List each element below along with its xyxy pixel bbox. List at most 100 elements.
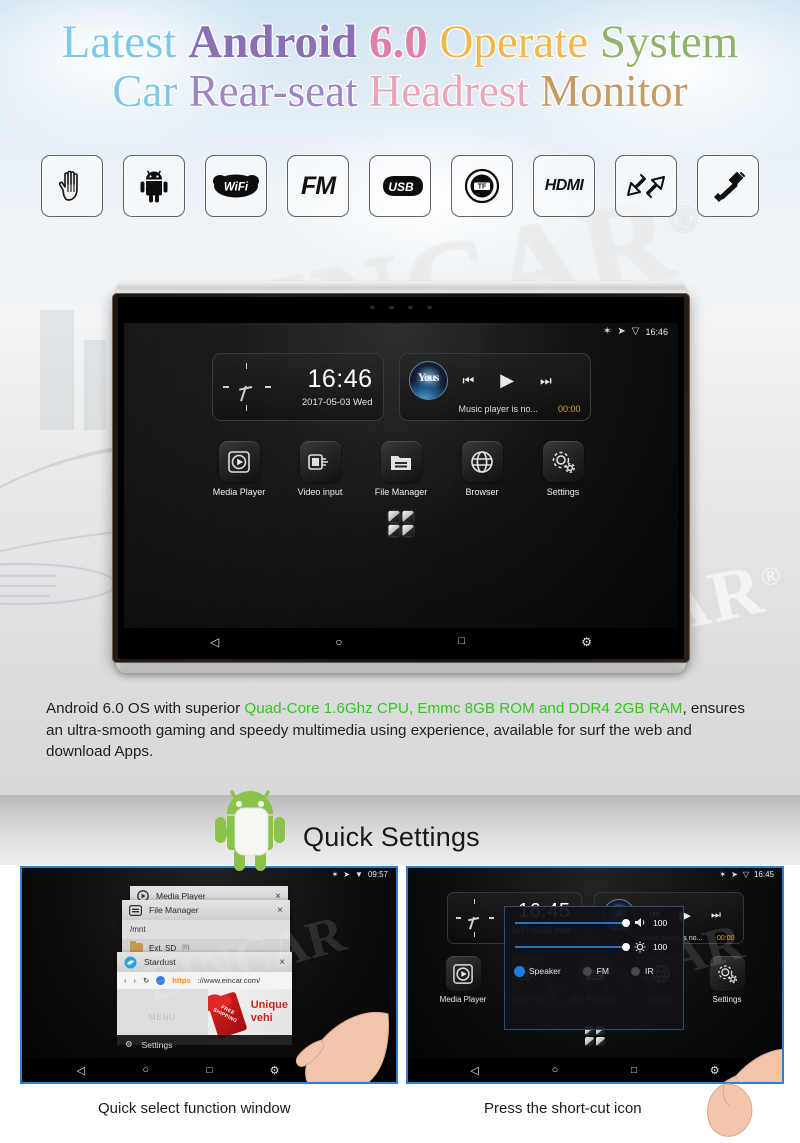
touch-hand-icon [58, 170, 78, 201]
radio-dot [582, 966, 592, 976]
title-word: Headrest [368, 65, 541, 116]
app-shortcut-settings[interactable]: Settings [703, 956, 751, 1004]
volume-slider[interactable] [515, 918, 630, 927]
back-button[interactable]: ◁ [470, 1064, 478, 1077]
title-word: Android [188, 16, 369, 68]
window-title: File Manager [149, 905, 199, 915]
brightness-icon [634, 941, 646, 953]
settings-label: Settings [141, 1039, 173, 1050]
analog-clock-icon [219, 359, 275, 415]
recents-button[interactable]: □ [459, 636, 466, 647]
two-arrows-icon [627, 174, 665, 198]
volume-value: 100 [653, 917, 668, 928]
next-track-button[interactable]: ⏭ [711, 909, 721, 921]
previous-track-button[interactable]: ⏮ [463, 374, 475, 387]
volume-icon [635, 918, 645, 927]
android-home-screen: ✶ ➤ ▽ 16:46 16:46 2017-05-03 Wed Yous ⏮ … [124, 323, 678, 655]
app-shortcut-row: Media Player Video input File Manager Br… [124, 441, 678, 497]
app-shortcut-file-manager[interactable]: File Manager [373, 441, 429, 497]
bluetooth-icon: ✶ [331, 870, 339, 879]
speaker-radio[interactable]: Speaker [515, 966, 561, 976]
status-bar-time: 16:45 [753, 870, 774, 879]
play-button[interactable]: ▶ [500, 371, 514, 389]
elapsed-time: 00:00 [716, 935, 735, 942]
reload-icon[interactable]: ↻ [143, 976, 149, 985]
av-cable-icon [714, 171, 745, 202]
brightness-slider-row[interactable]: 100 [515, 941, 673, 953]
title-word: 6.0 [368, 16, 440, 68]
close-icon[interactable]: × [279, 957, 285, 968]
app-shortcut-settings[interactable]: Settings [535, 441, 591, 497]
settings-list-item[interactable]: ⚙ Settings [117, 1035, 292, 1054]
home-button[interactable]: ○ [335, 636, 342, 648]
analog-clock-icon [453, 896, 497, 940]
browser-url-bar[interactable]: ‹ › ↻ https://www.eincar.com/ [117, 972, 292, 989]
clock-widget[interactable]: 16:46 2017-05-03 Wed [211, 353, 384, 421]
secure-lock-icon [156, 976, 166, 985]
caption-quick-select: Quick select function window [98, 1100, 291, 1117]
home-button[interactable]: ○ [552, 1064, 559, 1076]
volume-slider-row[interactable]: 100 [515, 917, 673, 928]
app-label: Browser [465, 487, 499, 497]
screenshot-row: ✶ ➤ ▼ 09:57 EINCAR Media Player × File M… [0, 866, 800, 1086]
file-manager-icon [380, 441, 422, 482]
now-playing-title: Music player is no... [458, 403, 539, 414]
screenshot-right-display: ✶ ➤ ▽ 16:45 EINCAR 16: [408, 868, 782, 1082]
video-input-icon [299, 441, 341, 482]
svg-text:WiFi: WiFi [224, 182, 249, 194]
screenshot-quick-select: ✶ ➤ ▼ 09:57 EINCAR Media Player × File M… [20, 866, 398, 1084]
app-label: Media Player [212, 487, 266, 497]
quick-settings-button[interactable]: ⚙ [710, 1064, 720, 1077]
title-line-1: Latest Android 6.0 Operate System [0, 16, 800, 68]
audio-output-radio-group: Speaker FM IR [515, 966, 673, 976]
brightness-value: 100 [653, 942, 668, 952]
navigation-bar: ◁ ○ □ ⚙ [408, 1058, 782, 1082]
recents-button[interactable]: □ [631, 1065, 637, 1076]
media-player-icon [218, 441, 260, 482]
screenshot-left-display: ✶ ➤ ▼ 09:57 EINCAR Media Player × File M… [22, 868, 396, 1082]
status-bar: ✶ ➤ ▽ 16:46 [124, 323, 678, 341]
app-shortcut-browser[interactable]: Browser [454, 441, 510, 497]
home-button[interactable]: ○ [142, 1064, 149, 1076]
collapse-button[interactable]: ▾ [337, 1065, 342, 1076]
android-robot-icon-box [123, 155, 185, 217]
browser-icon [461, 441, 503, 482]
app-label: Settings [712, 995, 742, 1004]
page-title: Latest Android 6.0 Operate System Car Re… [0, 16, 800, 116]
fm-icon: FM [300, 171, 336, 200]
cast-icon: ➤ [343, 870, 351, 879]
status-bar-time: 09:57 [367, 870, 388, 879]
quick-settings-button[interactable]: ⚙ [270, 1064, 280, 1077]
recents-button[interactable]: □ [206, 1065, 212, 1076]
next-track-button[interactable]: ⏭ [540, 374, 552, 387]
close-icon[interactable]: × [277, 905, 283, 916]
description-highlight: Quad-Core 1.6Ghz CPU, Emmc 8GB ROM and D… [244, 700, 683, 717]
brightness-slider[interactable] [515, 943, 630, 951]
app-label: Media Player [439, 995, 487, 1004]
svg-text:USB: USB [388, 180, 414, 194]
app-shortcut-video-input[interactable]: Video input [292, 441, 348, 497]
music-player-widget[interactable]: Yous ⏮ ▶ ⏭ Music player is no... 00:00 [398, 353, 591, 421]
quick-settings-button[interactable]: ⚙ [581, 636, 592, 648]
quick-settings-heading: Quick Settings [303, 822, 480, 852]
settings-gear-icon [542, 441, 584, 482]
window-title: Stardust [144, 957, 176, 967]
app-shortcut-media-player[interactable]: Media Player [439, 956, 487, 1004]
app-label: Video input [297, 487, 343, 497]
album-art-label: Yous [417, 369, 440, 384]
ir-radio[interactable]: IR [630, 966, 653, 976]
forward-icon[interactable]: › [134, 976, 137, 985]
app-shortcut-media-player[interactable]: Media Player [211, 441, 267, 497]
all-apps-button[interactable] [388, 511, 414, 536]
back-button[interactable]: ◁ [210, 636, 219, 648]
navigation-bar: ◁ ○ □ ⚙ ▾ [22, 1058, 396, 1082]
back-icon[interactable]: ‹ [124, 976, 127, 985]
fm-radio[interactable]: FM [582, 966, 609, 976]
back-button[interactable]: ◁ [77, 1064, 85, 1077]
url-scheme: https [172, 976, 191, 985]
fm-icon-box: FM [287, 155, 349, 217]
widget-row: 16:46 2017-05-03 Wed Yous ⏮ ▶ ⏭ Music pl… [124, 353, 678, 421]
browser-window[interactable]: Stardust × ‹ › ↻ https://www.eincar.com/… [117, 952, 292, 1045]
radio-dot [630, 966, 640, 976]
wifi-icon: ▽ [742, 870, 749, 879]
